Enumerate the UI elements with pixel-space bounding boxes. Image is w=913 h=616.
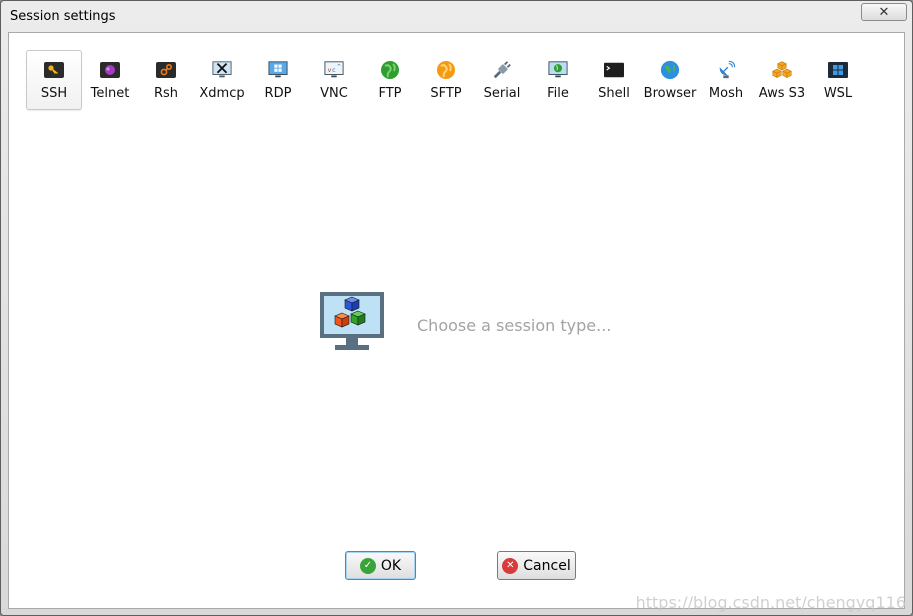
cancel-button-label: Cancel	[523, 557, 571, 574]
window-title: Session settings	[10, 9, 116, 24]
watermark: https://blog.csdn.net/chengyq116	[635, 593, 906, 612]
rsh-icon	[156, 60, 176, 80]
session-type-mosh[interactable]: Mosh	[698, 50, 754, 110]
windows-monitor-icon	[268, 60, 288, 80]
svg-text:^: ^	[337, 64, 342, 70]
session-type-vnc[interactable]: v c ^ VNC	[306, 50, 362, 110]
session-type-label: Browser	[643, 86, 697, 101]
ok-button-label: OK	[380, 557, 402, 574]
telnet-icon	[100, 60, 120, 80]
svg-text:c: c	[332, 67, 336, 74]
windows-logo-icon	[828, 60, 848, 80]
session-type-label: File	[547, 86, 569, 101]
session-type-label: Serial	[483, 86, 521, 101]
green-globe-icon	[380, 60, 400, 80]
session-type-label: SFTP	[430, 86, 462, 101]
session-type-label: VNC	[320, 86, 348, 101]
serial-plug-icon	[492, 60, 512, 80]
session-type-browser[interactable]: Browser	[642, 50, 698, 110]
satellite-dish-icon	[716, 60, 736, 80]
terminal-icon	[604, 60, 624, 80]
cancel-x-icon: ✕	[502, 557, 519, 574]
cancel-button[interactable]: ✕ Cancel	[497, 551, 576, 580]
session-type-rdp[interactable]: RDP	[250, 50, 306, 110]
session-type-placeholder: Choose a session type...	[319, 291, 611, 358]
session-type-toolbar: SSH Telnet Rsh Xdmcp RDP v c ^ VNC FTP S…	[26, 50, 866, 112]
session-type-label: RDP	[264, 86, 292, 101]
session-type-label: Mosh	[708, 86, 744, 101]
session-type-label: SSH	[40, 86, 68, 101]
session-type-label: Rsh	[153, 86, 179, 101]
ok-button[interactable]: ✓ OK	[345, 551, 416, 580]
close-button[interactable]: ✕	[861, 3, 907, 21]
file-monitor-icon	[548, 60, 568, 80]
check-icon: ✓	[359, 557, 376, 574]
close-icon: ✕	[878, 4, 890, 19]
browser-globe-icon	[660, 60, 680, 80]
session-type-sftp[interactable]: SFTP	[418, 50, 474, 110]
svg-text:v: v	[328, 67, 332, 74]
session-type-aws-s3[interactable]: Aws S3	[754, 50, 810, 110]
monitor-cubes-icon	[319, 291, 385, 358]
orange-globe-icon	[436, 60, 456, 80]
session-settings-dialog: Session settings ✕ SSH Telnet Rsh Xdmcp …	[0, 0, 913, 616]
session-type-ftp[interactable]: FTP	[362, 50, 418, 110]
x-monitor-icon	[212, 60, 232, 80]
session-type-file[interactable]: File	[530, 50, 586, 110]
session-type-serial[interactable]: Serial	[474, 50, 530, 110]
session-type-label: Shell	[598, 86, 630, 101]
choose-session-type-text: Choose a session type...	[417, 316, 612, 335]
session-type-shell[interactable]: Shell	[586, 50, 642, 110]
session-type-label: Aws S3	[758, 86, 806, 101]
session-type-xdmcp[interactable]: Xdmcp	[194, 50, 250, 110]
session-type-ssh[interactable]: SSH	[26, 50, 82, 110]
session-type-telnet[interactable]: Telnet	[82, 50, 138, 110]
vnc-monitor-icon: v c ^	[324, 60, 344, 80]
session-type-wsl[interactable]: WSL	[810, 50, 866, 110]
session-type-label: Telnet	[90, 86, 130, 101]
session-type-label: FTP	[378, 86, 402, 101]
session-type-label: Xdmcp	[199, 86, 245, 101]
session-type-label: WSL	[823, 86, 853, 101]
dialog-content: SSH Telnet Rsh Xdmcp RDP v c ^ VNC FTP S…	[8, 32, 905, 609]
title-bar: Session settings ✕	[1, 1, 912, 31]
cubes-icon	[772, 60, 792, 80]
session-type-rsh[interactable]: Rsh	[138, 50, 194, 110]
key-icon	[44, 60, 64, 80]
